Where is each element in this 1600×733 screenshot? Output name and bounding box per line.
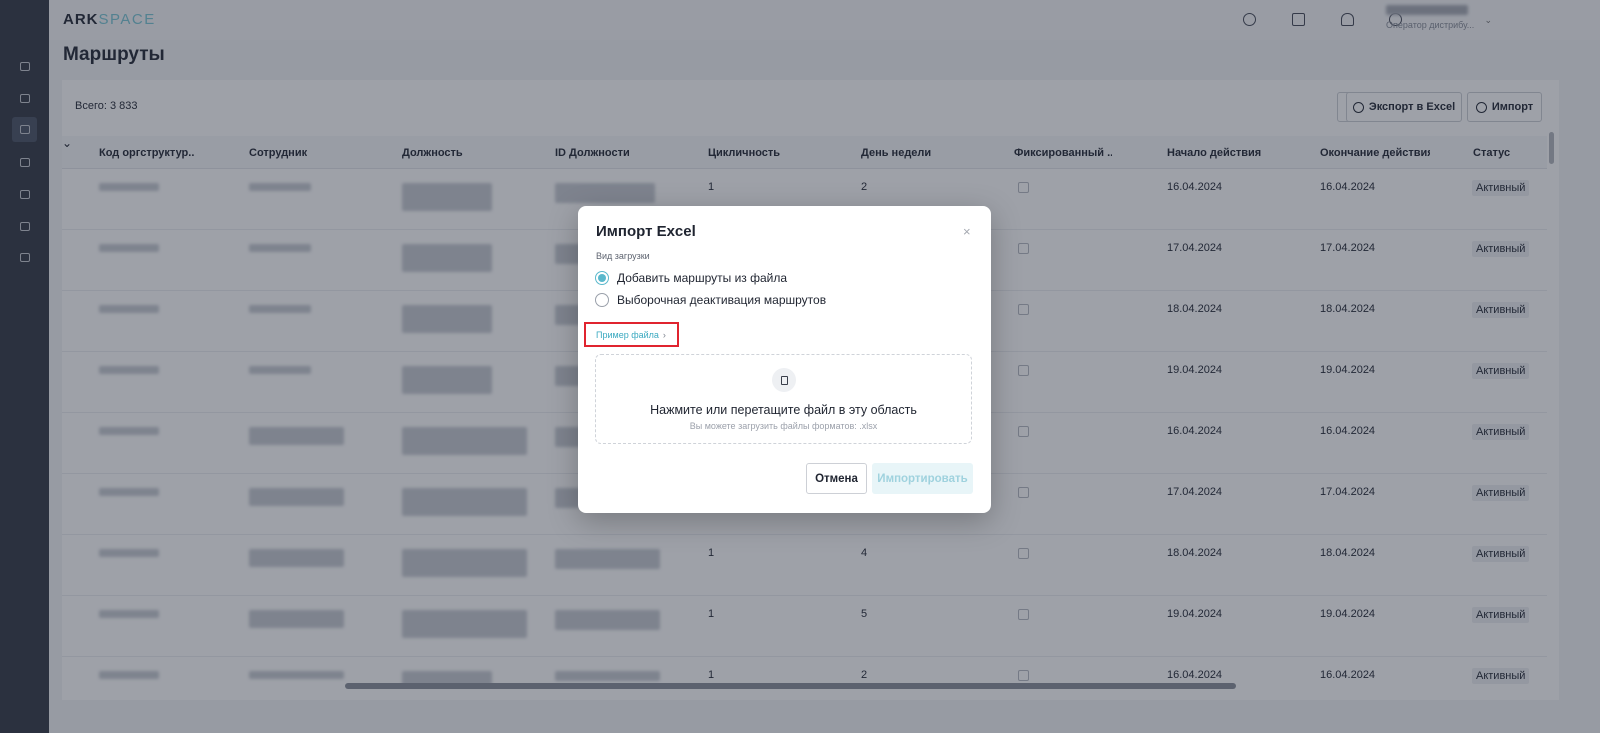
radio-label: Выборочная деактивация маршрутов [617, 293, 827, 307]
radio-label: Добавить маршруты из файла [617, 271, 788, 285]
example-file-label: Пример файла [596, 329, 659, 340]
dialog-title: Импорт Excel [596, 223, 696, 240]
close-icon[interactable]: × [963, 224, 971, 239]
radio-add-routes[interactable]: Добавить маршруты из файла [595, 271, 787, 285]
radio-button[interactable] [595, 293, 609, 307]
file-icon [772, 368, 796, 392]
example-file-link[interactable]: Пример файла › [584, 322, 679, 347]
radio-button[interactable] [595, 271, 609, 285]
file-dropzone[interactable]: Нажмите или перетащите файл в эту област… [595, 354, 972, 444]
load-type-label: Вид загрузки [596, 251, 650, 261]
chevron-right-icon: › [662, 329, 666, 340]
dropzone-text: Нажмите или перетащите файл в эту област… [650, 403, 917, 417]
cancel-button[interactable]: Отмена [806, 463, 867, 494]
import-excel-dialog: Импорт Excel × Вид загрузки Добавить мар… [578, 206, 991, 513]
radio-deactivate-routes[interactable]: Выборочная деактивация маршрутов [595, 293, 826, 307]
import-submit-button[interactable]: Импортировать [872, 463, 973, 494]
dropzone-hint: Вы можете загрузить файлы форматов: .xls… [689, 421, 878, 431]
